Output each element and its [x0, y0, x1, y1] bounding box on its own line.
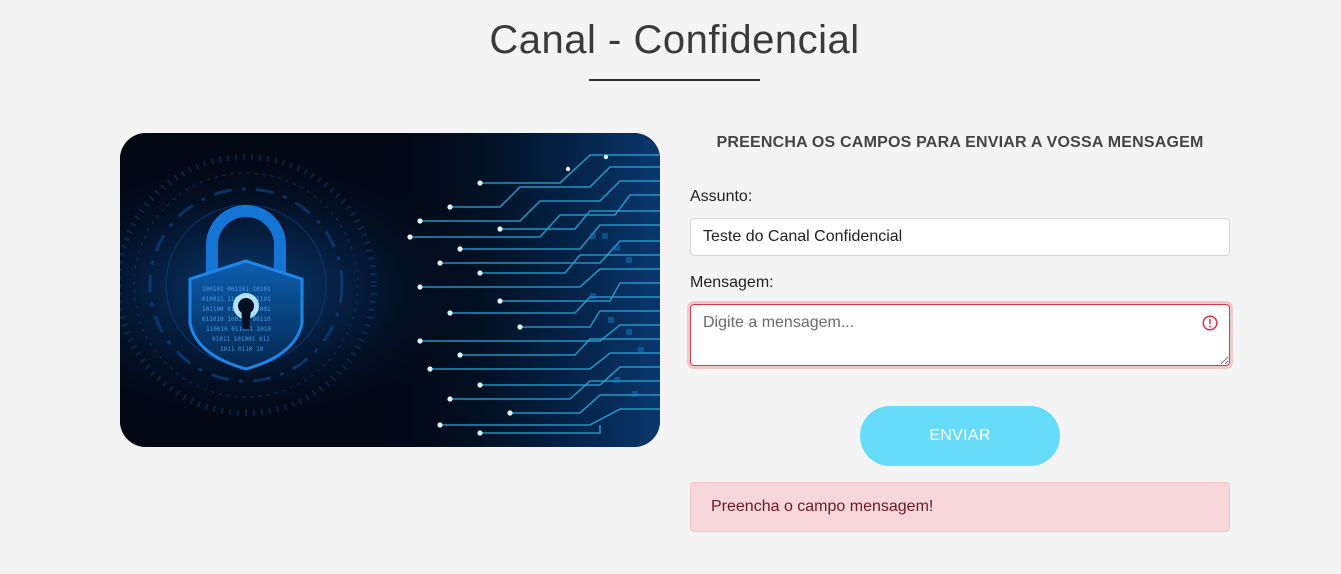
- message-label: Mensagem:: [690, 274, 774, 291]
- svg-text:110010 011001 1010: 110010 011001 1010: [206, 326, 271, 333]
- subject-label: Assunto:: [690, 188, 753, 205]
- error-alert: Preencha o campo mensagem!: [690, 482, 1230, 532]
- form-heading: PREENCHA OS CAMPOS PARA ENVIAR A VOSSA M…: [716, 134, 1204, 151]
- hero-image: 100101 001101 10101 010011 110100 01101 …: [120, 133, 660, 447]
- svg-text:1011 0110 10: 1011 0110 10: [220, 346, 264, 353]
- svg-text:01011 101001 011: 01011 101001 011: [212, 336, 270, 343]
- error-icon: [1202, 315, 1218, 331]
- padlock-circuit-illustration: 100101 001101 10101 010011 110100 01101 …: [120, 133, 660, 447]
- svg-text:011010 100101 00110: 011010 100101 00110: [202, 316, 271, 323]
- message-textarea[interactable]: [690, 304, 1230, 366]
- submit-button[interactable]: ENVIAR: [860, 406, 1060, 466]
- subject-input[interactable]: [690, 218, 1230, 256]
- svg-text:100101 001101 10101: 100101 001101 10101: [202, 286, 271, 293]
- error-alert-message: Preencha o campo mensagem!: [711, 498, 934, 515]
- title-underline: [589, 79, 760, 81]
- page-title: Canal - Confidencial: [489, 18, 860, 62]
